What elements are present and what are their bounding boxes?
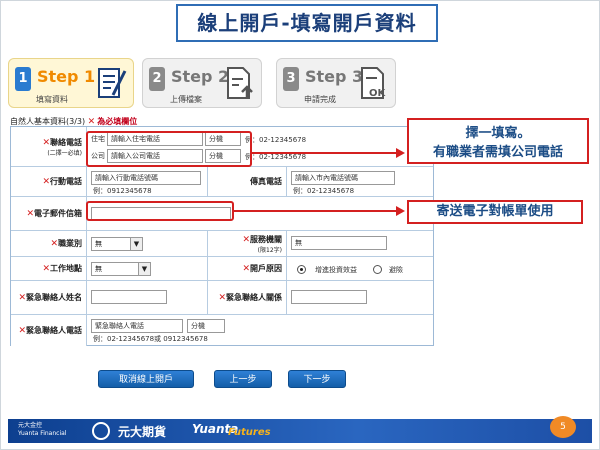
phone-callout-line1: 擇一填寫。 (465, 126, 531, 141)
contact-phone-label-text: 聯絡電話 (50, 137, 82, 147)
footer-bar: 元大金控 Yuanta Financial 元大期貨 Yuanta Future… (8, 419, 592, 443)
brand-futures: Futures (228, 427, 271, 438)
fax-input[interactable]: 請輸入市內電話號碼 (291, 171, 395, 185)
required-x-icon: ✕ (18, 326, 26, 336)
section-title: 自然人基本資料(3/3) (10, 117, 86, 126)
step-2-subtitle: 上傳檔案 (170, 95, 202, 104)
work-location-label-text: 工作地點 (50, 264, 82, 273)
phone-callout-arrow (252, 152, 398, 154)
emergency-phone-input[interactable]: 緊急聯絡人電話 (91, 319, 183, 333)
emergency-phone-label-text: 緊急聯絡人電話 (26, 326, 82, 335)
service-org-input[interactable]: 無 (291, 236, 387, 250)
purpose-option-hedge: 避險 (389, 266, 403, 274)
step-2: 2 Step 2 上傳檔案 (142, 58, 262, 108)
emergency-name-label: ✕緊急聯絡人姓名 (11, 281, 87, 314)
mobile-label: ✕行動電話 (11, 167, 87, 196)
group-name-en: Yuanta Financial (18, 430, 67, 437)
ok-doc-icon: OK (361, 67, 387, 99)
upload-doc-icon (227, 67, 253, 99)
fax-label: 傳真電話 (207, 167, 287, 196)
prev-step-button[interactable]: 上一步 (214, 370, 272, 388)
service-org-label: ✕服務機關 (限12字) (207, 231, 287, 256)
emergency-phone-example: 例：02-12345678或 0912345678 (93, 335, 208, 343)
purpose-radio-invest[interactable] (297, 265, 306, 274)
step-3: 3 Step 3 申請完成 OK (276, 58, 396, 108)
home-phone-example: 例：02-12345678 (245, 136, 307, 144)
purpose-label-text: 開戶原因 (250, 264, 282, 273)
yuanta-circle-logo-icon (92, 422, 110, 440)
email-callout: 寄送電子對帳單使用 (407, 200, 583, 224)
emergency-relation-label-text: 緊急聯絡人關係 (226, 293, 282, 302)
row-emergency-contact: ✕緊急聯絡人姓名 ✕緊急聯絡人關係 (11, 281, 433, 315)
required-x-icon: ✕ (26, 209, 34, 219)
work-location-select[interactable]: 無 ▼ (91, 262, 151, 276)
purpose-radio-hedge[interactable] (373, 265, 382, 274)
emergency-relation-label: ✕緊急聯絡人關係 (207, 281, 287, 314)
step-1: 1 Step 1 填寫資料 (8, 58, 134, 108)
step-3-subtitle: 申請完成 (304, 95, 336, 104)
service-org-note: (限12字) (257, 246, 282, 254)
required-x-icon: ✕ (50, 239, 58, 249)
page-number: 5 (550, 416, 576, 438)
work-location-label: ✕工作地點 (11, 257, 87, 280)
step-1-subtitle: 填寫資料 (36, 95, 68, 104)
contact-phone-label: ✕聯絡電話 (二擇一必填) (11, 127, 87, 166)
emergency-phone-label: ✕緊急聯絡人電話 (11, 315, 87, 346)
required-x-icon: ✕ (18, 293, 26, 303)
mobile-input[interactable]: 請輸入行動電話號碼 (91, 171, 201, 185)
required-x-icon: ✕ (218, 293, 226, 303)
page-title: 線上開戶-填寫開戶資料 (176, 4, 438, 42)
row-mobile-fax: ✕行動電話 請輸入行動電話號碼 例：0912345678 傳真電話 請輸入市內電… (11, 167, 433, 197)
svg-text:OK: OK (369, 88, 387, 99)
row-work-location: ✕工作地點 無 ▼ ✕開戶原因 增進投資效益 避險 (11, 257, 433, 281)
row-occupation: ✕職業別 無 ▼ ✕服務機關 (限12字) 無 (11, 231, 433, 257)
required-x-icon: ✕ (42, 177, 50, 187)
purpose-option-invest: 增進投資效益 (315, 266, 357, 274)
phone-callout-arrowhead (396, 148, 405, 158)
email-callout-arrowhead (396, 206, 405, 216)
purpose-label: ✕開戶原因 (207, 257, 287, 280)
phone-callout-line2: 有職業者需填公司電話 (432, 145, 563, 160)
chevron-down-icon: ▼ (138, 263, 150, 275)
step-3-number: 3 (283, 67, 299, 91)
mobile-example: 例：0912345678 (93, 187, 152, 195)
step-2-number: 2 (149, 67, 165, 91)
required-x-icon: ✕ (42, 137, 50, 148)
required-note: 為必填欄位 (97, 117, 138, 126)
step-1-title: Step 1 (37, 67, 96, 86)
occupation-label-text: 職業別 (58, 239, 82, 248)
group-name-zh: 元大金控 (18, 422, 43, 429)
brand-name: 元大期貨 (118, 425, 167, 439)
email-callout-arrow (234, 210, 398, 212)
fax-example: 例：02-12345678 (293, 187, 355, 195)
step-2-title: Step 2 (171, 67, 230, 86)
phone-highlight-box (86, 131, 252, 167)
emergency-relation-input[interactable] (291, 290, 367, 304)
cancel-application-button[interactable]: 取消線上開戶 (98, 370, 194, 388)
required-x-icon: ✕ (242, 234, 250, 245)
step-3-title: Step 3 (305, 67, 364, 86)
work-location-value: 無 (95, 265, 102, 273)
row-emergency-phone: ✕緊急聯絡人電話 緊急聯絡人電話 分機 例：02-12345678或 09123… (11, 315, 433, 346)
mobile-label-text: 行動電話 (50, 177, 82, 186)
emergency-name-input[interactable] (91, 290, 167, 304)
service-org-label-text: 服務機關 (250, 234, 282, 244)
required-x-icon: ✕ (42, 264, 50, 274)
email-label-text: 電子郵件信箱 (34, 209, 82, 218)
occupation-value: 無 (95, 240, 102, 248)
group-logo: 元大金控 Yuanta Financial (18, 422, 66, 438)
form-pen-icon (98, 68, 127, 98)
emergency-name-label-text: 緊急聯絡人姓名 (26, 293, 82, 302)
next-step-button[interactable]: 下一步 (288, 370, 346, 388)
email-label: ✕電子郵件信箱 (11, 197, 87, 230)
emergency-ext-input[interactable]: 分機 (187, 319, 225, 333)
chevron-down-icon: ▼ (130, 238, 142, 250)
phone-callout: 擇一填寫。 有職業者需填公司電話 (407, 118, 589, 164)
occupation-label: ✕職業別 (11, 231, 87, 256)
email-highlight-box (86, 201, 234, 221)
required-x-icon: ✕ (242, 264, 250, 274)
step-1-number: 1 (15, 67, 31, 91)
occupation-select[interactable]: 無 ▼ (91, 237, 143, 251)
contact-phone-note: (二擇一必填) (47, 149, 82, 157)
